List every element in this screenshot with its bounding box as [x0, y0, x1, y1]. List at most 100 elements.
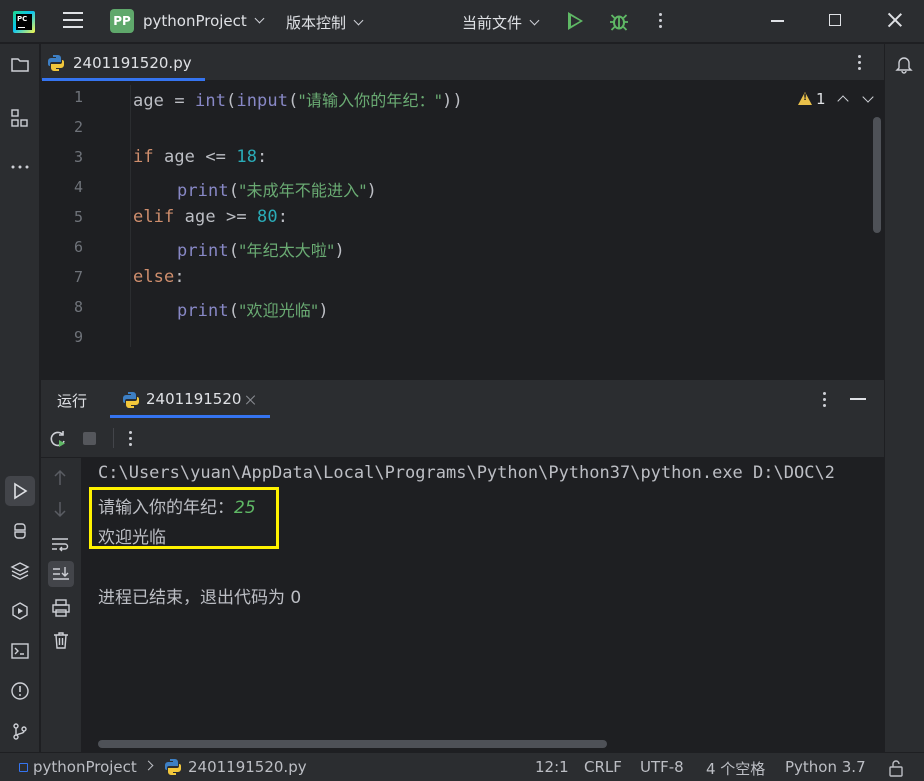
lock-icon[interactable] [887, 759, 905, 777]
code-keyword: if [133, 147, 154, 167]
chevron-down-icon [254, 13, 265, 24]
code-string: "未成年不能进入" [239, 181, 367, 200]
editor-vertical-scrollbar[interactable] [873, 117, 881, 233]
panel-splitter[interactable] [41, 348, 884, 380]
close-icon[interactable] [246, 395, 256, 405]
scroll-to-end-icon[interactable] [51, 564, 71, 584]
vcs-menu[interactable]: 版本控制 [286, 12, 364, 33]
indent-setting[interactable]: 4 个空格 [706, 758, 765, 779]
code-token: ( [228, 241, 240, 261]
run-panel-title: 运行 [57, 392, 88, 410]
chevron-down-icon [529, 15, 540, 26]
arrow-down-icon[interactable] [52, 500, 68, 518]
line-number: 9 [73, 328, 83, 346]
trash-icon[interactable] [51, 630, 71, 650]
notifications-bell-icon[interactable] [894, 54, 914, 74]
python-file-icon [165, 759, 181, 775]
rerun-icon[interactable] [48, 429, 68, 449]
layers-icon[interactable] [10, 561, 30, 581]
run-panel-options-icon[interactable] [823, 392, 827, 410]
caret-position[interactable]: 12:1 [535, 758, 569, 776]
code-string: "请输入你的年纪：" [298, 91, 443, 110]
code-token: int [195, 91, 227, 111]
window-maximize-icon[interactable] [829, 14, 841, 26]
code-line-7: else: [133, 267, 185, 287]
more-actions-icon[interactable] [659, 13, 663, 31]
project-name: pythonProject [143, 12, 247, 30]
code-line-6: print("年纪太大啦") [177, 237, 345, 261]
project-badge[interactable]: PP [110, 9, 134, 33]
line-number: 2 [73, 118, 83, 136]
python-file-icon [48, 55, 64, 71]
structure-icon[interactable] [10, 108, 30, 128]
more-tools-icon[interactable] [11, 157, 31, 169]
run-config-label: 当前文件 [462, 14, 523, 32]
code-token: ) [318, 301, 329, 321]
hide-panel-icon[interactable] [850, 398, 866, 400]
window-close-icon[interactable] [887, 12, 903, 28]
code-number: 18 [236, 147, 258, 167]
toolbar-separator [113, 428, 114, 448]
code-keyword: elif [133, 207, 175, 227]
console-exit-message: 进程已结束，退出代码为 0 [98, 588, 302, 608]
annotation-highlight-box [89, 487, 279, 549]
code-number: 80 [257, 207, 278, 227]
line-number: 1 [73, 88, 83, 106]
chevron-down-icon [353, 15, 364, 26]
code-token: print [177, 301, 229, 321]
run-icon[interactable] [568, 12, 583, 30]
editor-tabs-more-icon[interactable] [858, 55, 862, 73]
warning-count[interactable]: 1 [816, 90, 826, 108]
git-icon[interactable] [10, 721, 30, 741]
editor-tab-label: 2401191520.py [73, 54, 192, 72]
code-token: )) [442, 91, 463, 111]
code-token: age [133, 91, 165, 111]
debug-icon[interactable] [608, 10, 630, 32]
console-horizontal-scrollbar[interactable] [98, 740, 607, 748]
code-token: = [164, 91, 196, 111]
line-number: 8 [73, 298, 83, 316]
code-token: age >= [174, 207, 258, 227]
run-toolbar-more-icon[interactable] [129, 431, 133, 449]
warning-icon[interactable] [798, 92, 812, 105]
line-number: 6 [73, 238, 83, 256]
line-separator[interactable]: CRLF [584, 758, 622, 776]
code-keyword: else [133, 267, 175, 287]
run-config-selector[interactable]: 当前文件 [462, 12, 540, 33]
breadcrumb-file[interactable]: 2401191520.py [188, 758, 307, 776]
python-console-icon[interactable] [10, 521, 30, 541]
project-selector[interactable]: pythonProject [143, 12, 265, 30]
code-token: : [277, 207, 289, 227]
code-token: ( [228, 181, 240, 201]
project-folder-icon[interactable] [10, 55, 30, 75]
code-token: print [177, 181, 229, 201]
arrow-up-icon[interactable] [52, 469, 68, 487]
soft-wrap-icon[interactable] [50, 534, 70, 554]
breadcrumb-project[interactable]: pythonProject [33, 758, 137, 776]
file-encoding[interactable]: UTF-8 [640, 758, 684, 776]
python-interpreter[interactable]: Python 3.7 [785, 758, 866, 776]
window-minimize-icon[interactable] [771, 20, 784, 22]
line-number: 7 [73, 268, 83, 286]
right-tool-strip [884, 44, 924, 752]
main-menu-icon[interactable] [63, 12, 83, 30]
terminal-icon[interactable] [10, 641, 30, 661]
code-token: : [174, 267, 185, 287]
code-token: input [236, 91, 289, 111]
stop-icon[interactable] [83, 432, 96, 445]
run-tab-label[interactable]: 2401191520 [146, 390, 241, 408]
code-line-4: print("未成年不能进入") [177, 177, 377, 201]
code-token: ) [366, 181, 377, 201]
python-file-icon [123, 392, 139, 408]
problems-icon[interactable] [10, 681, 30, 701]
indent-guide [130, 85, 131, 347]
pycharm-logo-icon: PC [13, 11, 35, 33]
line-number: 3 [73, 148, 83, 166]
services-icon[interactable] [10, 601, 30, 621]
code-line-3: if age <= 18: [133, 147, 267, 167]
code-token: ) [334, 241, 345, 261]
code-string: "欢迎光临" [239, 301, 319, 320]
code-token: ( [288, 91, 299, 111]
run-tool-icon[interactable] [10, 481, 30, 501]
print-icon[interactable] [51, 598, 71, 618]
